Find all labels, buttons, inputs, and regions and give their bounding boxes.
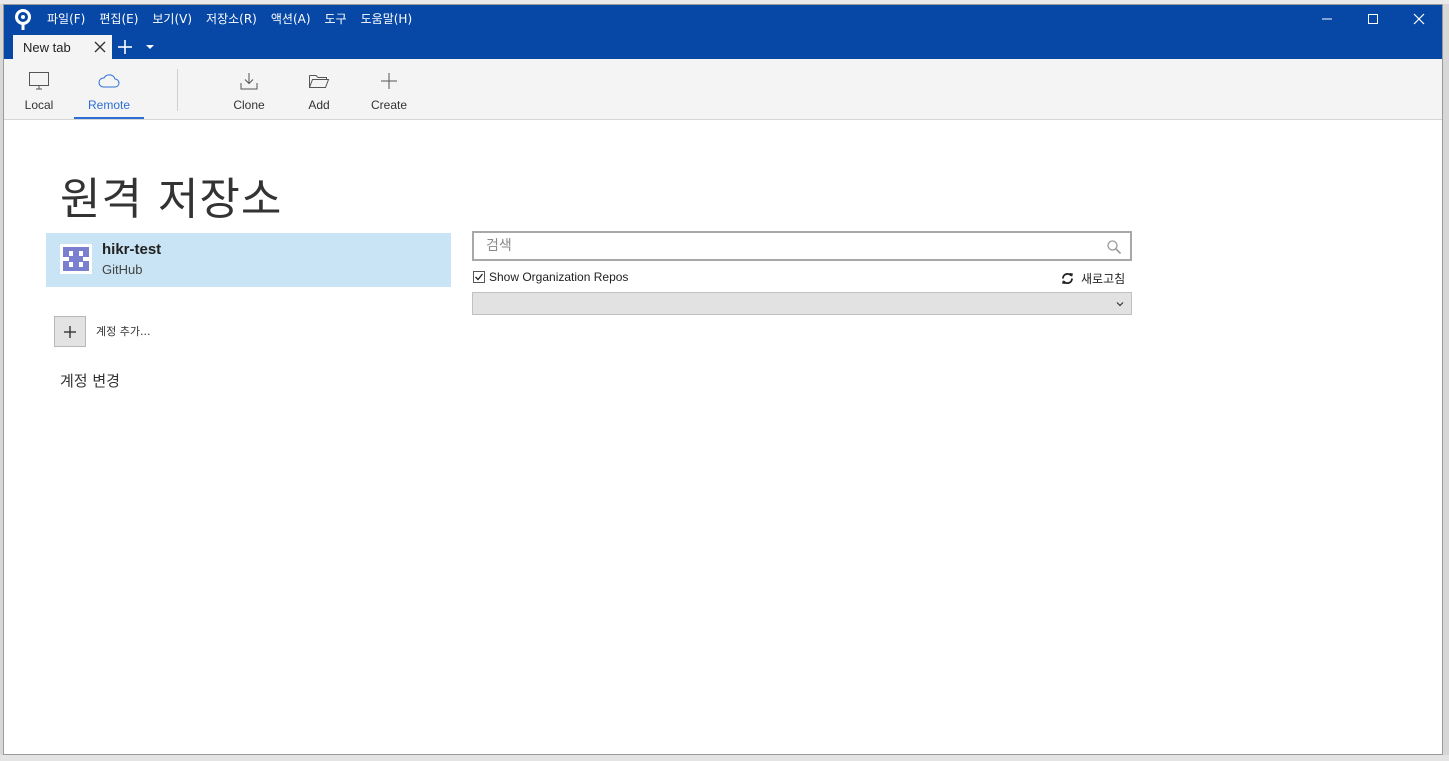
menu-edit[interactable]: 편집(E) [92, 5, 145, 33]
toolbar-separator [177, 69, 178, 111]
create-button[interactable]: Create [354, 59, 424, 120]
tab-list-dropdown[interactable] [138, 35, 162, 59]
account-name: hikr-test [102, 241, 162, 258]
caret-down-icon [146, 45, 154, 49]
checkmark-icon [475, 273, 484, 281]
minimize-icon [1322, 18, 1332, 20]
tab-strip: New tab [13, 35, 162, 59]
account-host: GitHub [102, 262, 143, 277]
plus-icon [118, 40, 132, 54]
menu-file[interactable]: 파일(F) [40, 5, 92, 33]
new-tab-button[interactable] [112, 35, 138, 59]
menu-help[interactable]: 도움말(H) [354, 5, 420, 33]
close-window-button[interactable] [1396, 5, 1442, 33]
maximize-button[interactable] [1350, 5, 1396, 33]
menu-actions[interactable]: 액션(A) [264, 5, 318, 33]
cloud-icon [98, 74, 120, 88]
create-label: Create [370, 98, 408, 112]
search-box [472, 231, 1132, 261]
minimize-button[interactable] [1304, 5, 1350, 33]
show-org-repos-checkbox[interactable]: Show Organization Repos [473, 270, 628, 284]
monitor-icon [29, 72, 49, 90]
refresh-label: 새로고침 [1081, 272, 1126, 286]
plus-icon [64, 325, 76, 338]
repo-filter-dropdown[interactable] [472, 292, 1132, 315]
toolbar: Local Remote Clone Add Create [4, 59, 1442, 120]
account-item[interactable]: hikr-test GitHub [46, 233, 451, 287]
menu-view[interactable]: 보기(V) [145, 5, 199, 33]
show-org-repos-label: Show Organization Repos [489, 270, 629, 284]
menu-bar: 파일(F) 편집(E) 보기(V) 저장소(R) 액션(A) 도구 도움말(H) [40, 5, 419, 33]
clone-label: Clone [233, 98, 265, 112]
maximize-icon [1368, 14, 1378, 24]
avatar [60, 244, 92, 274]
add-label: Add [308, 98, 330, 112]
local-label: Local [24, 98, 54, 112]
remote-label: Remote [87, 98, 131, 112]
tab-new-tab[interactable]: New tab [13, 35, 112, 59]
title-bar: 파일(F) 편집(E) 보기(V) 저장소(R) 액션(A) 도구 도움말(H) [4, 5, 1442, 59]
tab-label: New tab [23, 39, 71, 55]
refresh-icon [1062, 272, 1073, 285]
close-icon [1413, 13, 1425, 25]
change-account-link[interactable]: 계정 변경 [60, 370, 120, 391]
add-button[interactable]: Add [284, 59, 354, 120]
chevron-down-icon [1116, 302, 1124, 307]
app-window: 파일(F) 편집(E) 보기(V) 저장소(R) 액션(A) 도구 도움말(H) [3, 4, 1443, 755]
search-input[interactable] [474, 233, 1094, 259]
background-window-bottom [0, 755, 1449, 761]
download-icon [240, 73, 258, 90]
clone-button[interactable]: Clone [214, 59, 284, 120]
tab-close-icon[interactable] [93, 40, 107, 54]
plus-icon [381, 73, 397, 89]
local-button[interactable]: Local [4, 59, 74, 120]
add-account-button[interactable] [54, 316, 86, 347]
search-icon [1107, 240, 1122, 255]
sourcetree-logo-icon [15, 9, 31, 30]
folder-open-icon [309, 75, 330, 88]
refresh-button[interactable]: 새로고침 [1061, 270, 1125, 287]
checkbox-box[interactable] [473, 271, 485, 283]
menu-repository[interactable]: 저장소(R) [199, 5, 264, 33]
menu-tools[interactable]: 도구 [318, 5, 354, 33]
page-title: 원격 저장소 [60, 174, 283, 225]
add-account-label[interactable]: 계정 추가... [96, 323, 150, 339]
window-controls [1304, 5, 1442, 33]
remote-button[interactable]: Remote [74, 59, 144, 120]
